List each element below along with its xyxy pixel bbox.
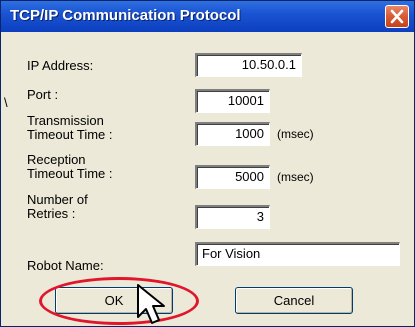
close-button[interactable] xyxy=(385,5,409,28)
retries-label: Number of Retries : xyxy=(27,192,88,221)
retries-input[interactable]: 3 xyxy=(195,205,270,229)
transmission-timeout-input[interactable]: 1000 xyxy=(195,122,270,146)
reception-timeout-input[interactable]: 5000 xyxy=(195,165,270,189)
title-bar[interactable]: TCP/IP Communication Protocol xyxy=(1,1,414,32)
cancel-button[interactable]: Cancel xyxy=(235,287,353,314)
reception-timeout-unit: (msec) xyxy=(277,170,314,184)
ip-address-label: IP Address: xyxy=(27,58,94,73)
robot-name-label: Robot Name: xyxy=(27,258,104,273)
transmission-timeout-unit: (msec) xyxy=(277,127,314,141)
close-icon xyxy=(390,9,404,24)
port-input[interactable]: 10001 xyxy=(195,89,270,113)
stray-mark: \ xyxy=(4,95,8,110)
tcpip-dialog: TCP/IP Communication Protocol \ IP Addre… xyxy=(0,0,415,327)
transmission-timeout-label: Transmission Timeout Time : xyxy=(27,113,113,142)
reception-timeout-label: Reception Timeout Time : xyxy=(27,152,113,181)
port-label: Port : xyxy=(27,87,59,102)
robot-name-input[interactable]: For Vision xyxy=(195,242,400,266)
ok-highlight-ring xyxy=(39,277,199,325)
ip-address-input[interactable]: 10.50.0.1 xyxy=(195,53,302,77)
window-title: TCP/IP Communication Protocol xyxy=(10,7,241,24)
mouse-pointer-icon xyxy=(137,284,165,324)
